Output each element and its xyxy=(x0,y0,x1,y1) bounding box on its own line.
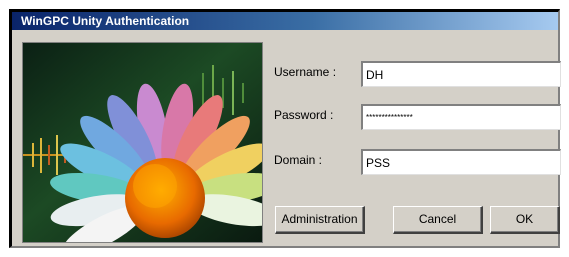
title-bar[interactable]: WinGPC Unity Authentication xyxy=(12,12,558,30)
domain-label: Domain : xyxy=(274,153,323,167)
cancel-button[interactable]: Cancel xyxy=(393,206,483,234)
daisy-illustration xyxy=(23,43,262,242)
password-field[interactable] xyxy=(361,104,561,130)
window-title: WinGPC Unity Authentication xyxy=(21,14,190,28)
username-field[interactable] xyxy=(361,61,561,87)
username-label: Username : xyxy=(274,65,337,79)
daisy-image xyxy=(22,42,263,243)
domain-field[interactable] xyxy=(361,149,561,175)
administration-button[interactable]: Administration xyxy=(275,206,365,234)
ok-button[interactable]: OK xyxy=(490,206,560,234)
password-label: Password : xyxy=(274,108,334,122)
auth-dialog: WinGPC Unity Authentication Username: D… xyxy=(9,9,561,248)
